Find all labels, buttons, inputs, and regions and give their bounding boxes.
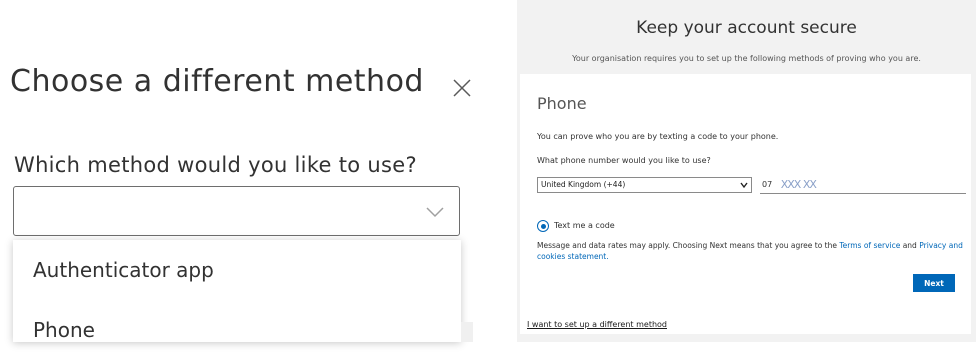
option-authenticator-app[interactable]: Authenticator app: [13, 246, 461, 294]
phone-card: Phone You can prove who you are by texti…: [520, 74, 971, 334]
phone-prefix: 07: [762, 180, 773, 189]
card-title: Phone: [537, 94, 587, 113]
option-phone[interactable]: Phone: [13, 306, 461, 354]
chevron-down-icon: [740, 181, 748, 189]
legal-and: and: [900, 241, 920, 250]
terms-link[interactable]: Terms of service: [839, 241, 900, 250]
country-select[interactable]: United Kingdom (+44): [537, 177, 752, 193]
dialog-title: Choose a different method: [10, 64, 424, 99]
radio-selected-icon: [537, 220, 549, 232]
method-dialog: Choose a different method Which method w…: [0, 0, 506, 342]
background-edge: [461, 322, 473, 342]
next-button[interactable]: Next: [913, 274, 955, 292]
account-secure-page: Keep your account secure Your organisati…: [517, 0, 976, 342]
close-icon: [453, 79, 471, 97]
different-method-link[interactable]: I want to set up a different method: [527, 320, 667, 329]
card-description: You can prove who you are by texting a c…: [537, 132, 779, 141]
page-title: Keep your account secure: [636, 18, 857, 38]
phone-redacted: XXX XX: [780, 178, 817, 191]
close-button[interactable]: [451, 77, 473, 99]
chevron-down-icon: [425, 205, 445, 219]
phone-question: What phone number would you like to use?: [537, 156, 711, 165]
method-select[interactable]: [13, 186, 460, 236]
legal-text: Message and data rates may apply. Choosi…: [537, 240, 969, 262]
legal-prefix: Message and data rates may apply. Choosi…: [537, 241, 840, 250]
radio-label: Text me a code: [554, 221, 615, 230]
country-value: United Kingdom (+44): [541, 180, 626, 189]
page-subtitle: Your organisation requires you to set up…: [572, 54, 921, 63]
phone-number-input[interactable]: 07 XXX XX: [760, 177, 966, 194]
method-dropdown-menu: Authenticator app Phone: [13, 240, 461, 342]
method-question: Which method would you like to use?: [14, 153, 417, 177]
